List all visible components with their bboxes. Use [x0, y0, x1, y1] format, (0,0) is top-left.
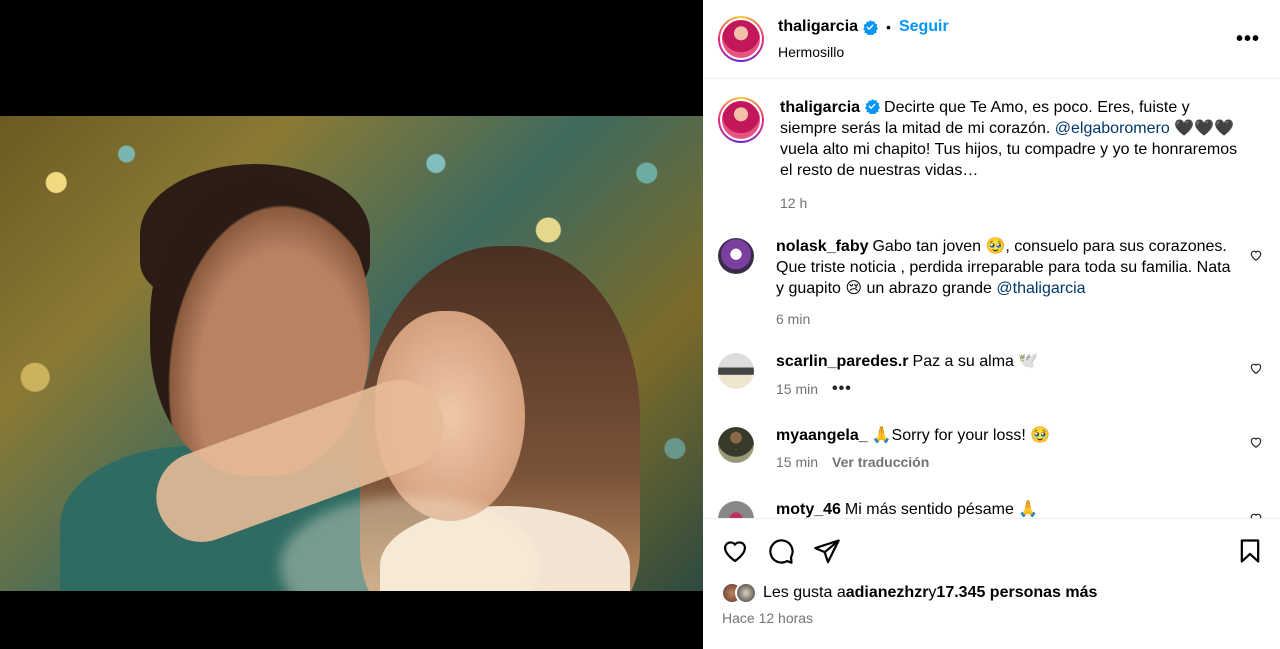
post-photo[interactable] — [0, 116, 703, 591]
comment-text: 🙏Sorry for your loss! 🥹 — [871, 427, 1051, 444]
caption-mention[interactable]: @elgaboromero — [1055, 120, 1170, 137]
post-timestamp[interactable]: Hace 12 horas — [722, 610, 813, 626]
post-header: thaligarcia • Seguir Hermosillo ••• — [703, 0, 1280, 79]
commenter-avatar[interactable] — [718, 353, 754, 389]
see-translation-button[interactable]: Ver traducción — [832, 454, 929, 470]
comment-text: Mi más sentido pésame 🙏 — [844, 501, 1039, 518]
comment-item: nolask_faby Gabo tan joven 🥹, consuelo pa… — [718, 236, 1263, 327]
heart-icon[interactable] — [721, 537, 749, 565]
author-username[interactable]: thaligarcia — [778, 18, 858, 36]
likes-count[interactable]: 17.345 personas más — [936, 584, 1097, 602]
action-bar — [721, 537, 1264, 565]
like-comment-heart-icon[interactable] — [1249, 361, 1263, 375]
more-options-icon[interactable]: ••• — [1236, 28, 1260, 51]
post-location[interactable]: Hermosillo — [778, 44, 949, 60]
comment-icon[interactable] — [767, 537, 795, 565]
commenter-username[interactable]: nolask_faby — [776, 238, 868, 255]
separator-dot: • — [886, 19, 891, 35]
post-media — [0, 0, 703, 649]
liker-avatar[interactable] — [735, 582, 757, 604]
commenter-username[interactable]: myaangela_ — [776, 427, 868, 444]
likes-summary: Les gusta a adianezhzr y 17.345 personas… — [721, 582, 1097, 604]
like-comment-heart-icon[interactable] — [1249, 435, 1263, 449]
author-avatar[interactable] — [718, 16, 764, 62]
like-comment-heart-icon[interactable] — [1249, 248, 1263, 262]
like-comment-heart-icon[interactable] — [1249, 511, 1263, 518]
paper-plane-icon[interactable] — [813, 537, 841, 565]
liker-username[interactable]: adianezhzr — [846, 584, 929, 602]
comment-time[interactable]: 15 min — [776, 381, 818, 397]
bookmark-icon[interactable] — [1236, 537, 1264, 565]
commenter-username[interactable]: moty_46 — [776, 501, 841, 518]
comment-item: scarlin_paredes.r Paz a su alma 🕊️ 15 min… — [718, 351, 1263, 398]
follow-button[interactable]: Seguir — [899, 18, 949, 36]
caption-username[interactable]: thaligarcia — [780, 99, 860, 116]
verified-badge-icon — [863, 19, 879, 35]
comment-item: myaangela_ 🙏Sorry for your loss! 🥹 15 min… — [718, 425, 1263, 470]
commenter-avatar[interactable] — [718, 501, 754, 518]
commenter-username[interactable]: scarlin_paredes.r — [776, 353, 909, 370]
caption-time[interactable]: 12 h — [780, 195, 807, 211]
commenter-avatar[interactable] — [718, 238, 754, 274]
comment-item: moty_46 Mi más sentido pésame 🙏 — [718, 499, 1263, 518]
verified-badge-icon — [865, 98, 881, 114]
instagram-post: thaligarcia • Seguir Hermosillo ••• thal… — [0, 0, 1280, 649]
comment-time[interactable]: 6 min — [776, 311, 810, 327]
caption: thaligarcia Decirte que Te Amo, es poco. … — [718, 97, 1263, 211]
caption-avatar[interactable] — [718, 97, 764, 143]
comment-text: Paz a su alma 🕊️ — [912, 353, 1039, 370]
post-footer: Les gusta a adianezhzr y 17.345 personas… — [703, 518, 1280, 649]
caption-text: thaligarcia Decirte que Te Amo, es poco. … — [780, 98, 1238, 179]
comment-options-icon[interactable]: ••• — [832, 380, 852, 398]
comment-time[interactable]: 15 min — [776, 454, 818, 470]
comment-mention[interactable]: @thaligarcia — [996, 280, 1085, 297]
post-side-panel: thaligarcia • Seguir Hermosillo ••• thal… — [703, 0, 1280, 649]
commenter-avatar[interactable] — [718, 427, 754, 463]
comments-list[interactable]: thaligarcia Decirte que Te Amo, es poco. … — [703, 80, 1280, 518]
